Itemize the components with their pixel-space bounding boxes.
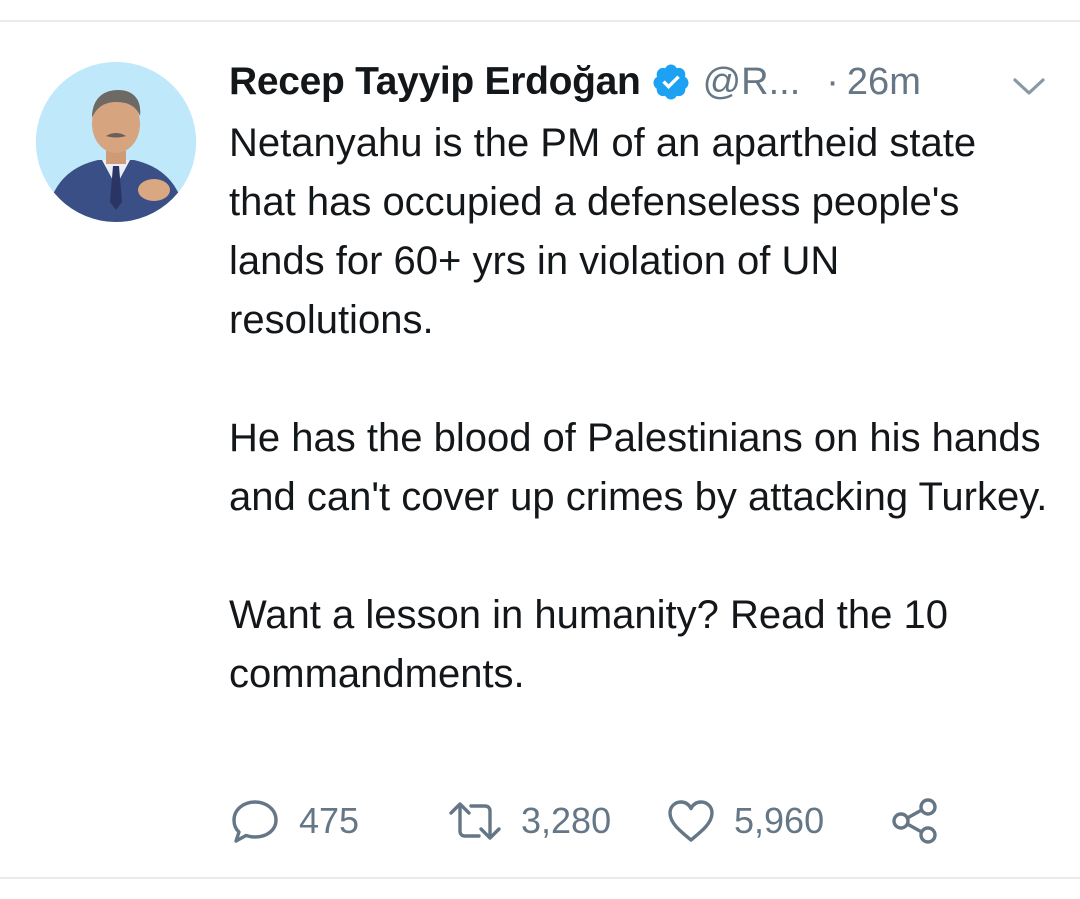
like-button[interactable]: 5,960 bbox=[666, 793, 824, 849]
like-count: 5,960 bbox=[734, 800, 825, 841]
divider-bottom bbox=[0, 877, 1080, 879]
tweet-text: Netanyahu is the PM of an apartheid stat… bbox=[229, 114, 1049, 704]
author-display-name[interactable]: Recep Tayyip Erdoğan bbox=[229, 60, 641, 104]
chevron-down-icon[interactable] bbox=[1012, 76, 1046, 98]
heart-icon bbox=[666, 798, 716, 844]
tweet-card[interactable]: Recep Tayyip Erdoğan @R... · 26m Netanya… bbox=[0, 0, 1080, 855]
retweet-button[interactable]: 3,280 bbox=[447, 793, 611, 849]
share-icon bbox=[889, 797, 941, 845]
tweet-header: Recep Tayyip Erdoğan @R... · 26m bbox=[229, 54, 921, 110]
share-button[interactable] bbox=[889, 793, 941, 849]
retweet-count: 3,280 bbox=[521, 800, 612, 841]
reply-button[interactable]: 475 bbox=[229, 793, 359, 849]
tweet-paragraph: Want a lesson in humanity? Read the 10 c… bbox=[229, 593, 948, 696]
author-avatar[interactable] bbox=[36, 62, 196, 222]
reply-icon bbox=[229, 797, 281, 845]
tweet-paragraph: He has the blood of Palestinians on his … bbox=[229, 416, 1048, 519]
reply-count: 475 bbox=[299, 800, 360, 841]
header-separator: · bbox=[826, 60, 839, 103]
retweet-icon bbox=[447, 797, 503, 845]
tweet-paragraph: Netanyahu is the PM of an apartheid stat… bbox=[229, 121, 977, 342]
tweet-timestamp[interactable]: 26m bbox=[847, 61, 921, 104]
verified-badge-icon bbox=[651, 62, 691, 102]
tweet-actions: 475 3,280 5,960 bbox=[229, 793, 989, 849]
author-handle[interactable]: @R... bbox=[703, 61, 801, 104]
avatar-photo-icon bbox=[36, 62, 196, 222]
